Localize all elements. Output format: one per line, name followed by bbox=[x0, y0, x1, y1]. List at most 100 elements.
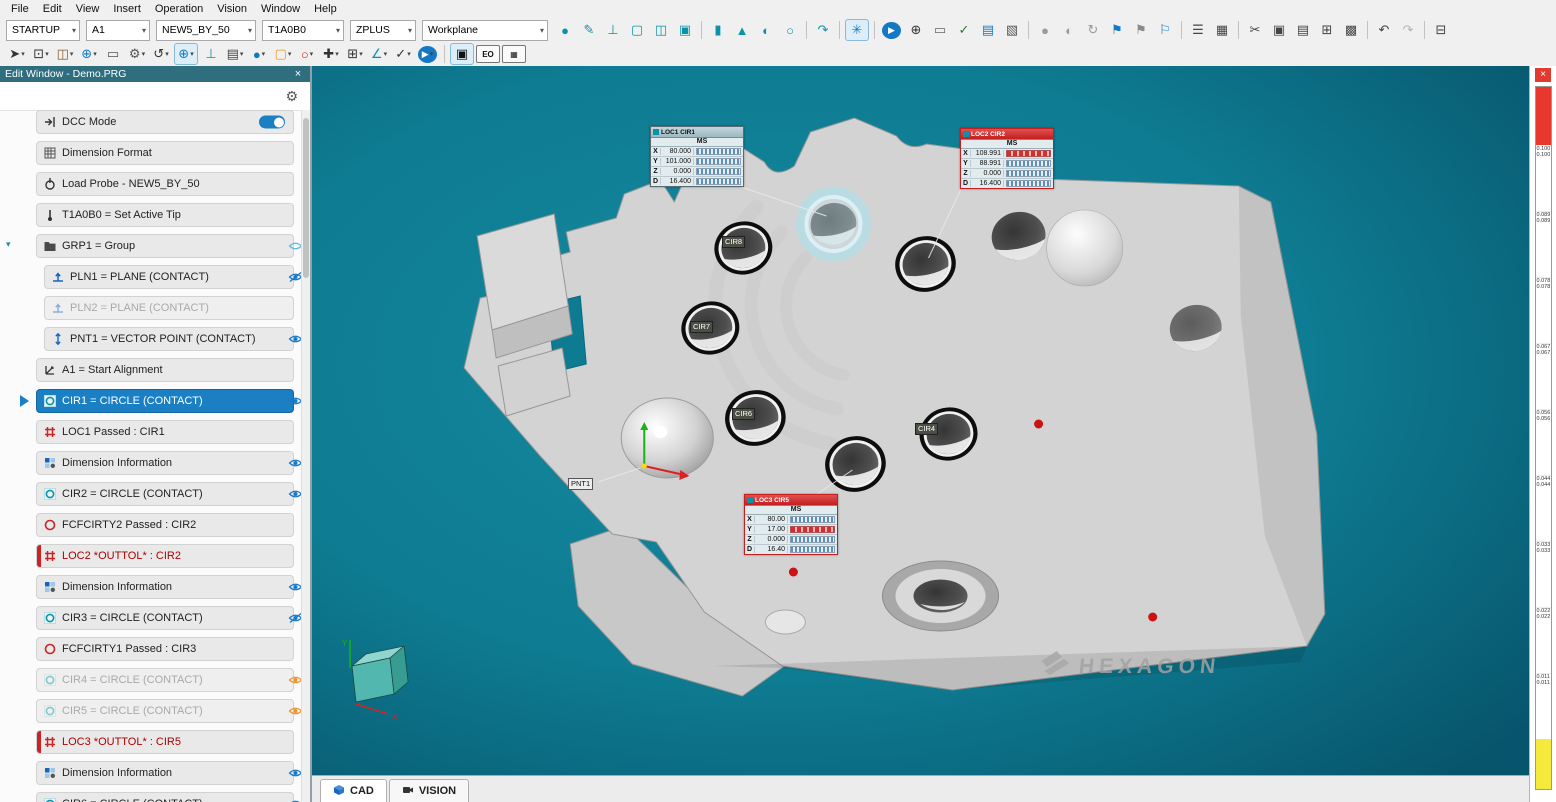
print-icon[interactable]: ⊟ bbox=[1430, 20, 1452, 40]
play-circle-icon[interactable]: ▶▾ bbox=[418, 46, 437, 63]
mark-used-icon[interactable]: ✓ bbox=[953, 20, 975, 40]
tree-item-dcc-mode[interactable]: DCC Mode bbox=[36, 110, 294, 134]
tree-item-pln1-plane-contact[interactable]: PLN1 = PLANE (CONTACT) bbox=[44, 265, 294, 289]
cylinder-icon[interactable]: ▮ bbox=[707, 20, 729, 40]
translate-view-icon[interactable]: ⊕▾ bbox=[78, 44, 100, 64]
tag-cir6[interactable]: CIR6 bbox=[732, 408, 755, 420]
tab-vision[interactable]: VISION bbox=[389, 779, 469, 802]
clearance-box-icon[interactable]: ▢▾ bbox=[272, 44, 294, 64]
tag-cir7[interactable]: CIR7 bbox=[690, 321, 713, 333]
tree-item-loc1-passed-cir1[interactable]: LOC1 Passed : CIR1 bbox=[36, 420, 294, 444]
circle-feature-icon[interactable]: ○ bbox=[779, 20, 801, 40]
tree-item-cir2-circle-contact[interactable]: CIR2 = CIRCLE (CONTACT) bbox=[36, 482, 294, 506]
startup-select[interactable]: STARTUP▾ bbox=[6, 20, 80, 41]
gray-dome-icon[interactable]: ◐ bbox=[1058, 20, 1080, 40]
redo-icon[interactable]: ↷ bbox=[1397, 20, 1419, 40]
alignment-select[interactable]: A1▾ bbox=[86, 20, 150, 41]
bookmark-outline-icon[interactable]: ⚐ bbox=[1154, 20, 1176, 40]
view-select[interactable]: Workplane▾ bbox=[422, 20, 548, 41]
tip-select[interactable]: T1A0B0▾ bbox=[262, 20, 344, 41]
tree-item-cir6-circle-contact[interactable]: CIR6 = CIRCLE (CONTACT) bbox=[36, 792, 294, 802]
pixel-grid-icon[interactable]: ▦ bbox=[502, 45, 526, 63]
tag-cir8[interactable]: CIR8 bbox=[722, 236, 745, 248]
menu-edit[interactable]: Edit bbox=[36, 0, 69, 18]
settings-gear-icon[interactable]: ⚙ bbox=[285, 88, 298, 105]
dcc-mode-toggle[interactable] bbox=[259, 116, 285, 129]
tree-item-dimension-information[interactable]: Dimension Information bbox=[36, 761, 294, 785]
pattern-icon[interactable]: ▩ bbox=[1340, 20, 1362, 40]
round-slot-icon[interactable]: ▢ bbox=[626, 20, 648, 40]
workplane-select[interactable]: ZPLUS▾ bbox=[350, 20, 416, 41]
counterbore-feature[interactable] bbox=[882, 561, 998, 631]
bookmark-gray-icon[interactable]: ⚑ bbox=[1130, 20, 1152, 40]
comment-icon[interactable]: ▭ bbox=[929, 20, 951, 40]
tree-item-dimension-information[interactable]: Dimension Information bbox=[36, 451, 294, 475]
camera-icon[interactable]: ▣ bbox=[450, 43, 474, 65]
square-slot-icon[interactable]: ◫ bbox=[650, 20, 672, 40]
tree-item-pln2-plane-contact[interactable]: PLN2 = PLANE (CONTACT) bbox=[44, 296, 294, 320]
callout-loc1[interactable]: LOC1 CIR1MSX80.000Y101.000Z0.000D16.400 bbox=[650, 126, 744, 187]
menu-window[interactable]: Window bbox=[254, 0, 307, 18]
tree-item-cir5-circle-contact[interactable]: CIR5 = CIRCLE (CONTACT) bbox=[36, 699, 294, 723]
graphic-modes-icon[interactable]: ⊕▾ bbox=[174, 43, 198, 65]
edit-window-scrollbar[interactable] bbox=[301, 110, 310, 802]
cone-icon[interactable]: ▲ bbox=[731, 20, 753, 40]
angle-measure-icon[interactable]: ∠▾ bbox=[368, 44, 390, 64]
edit-window-close-button[interactable]: × bbox=[291, 68, 305, 80]
tree-item-load-probe-new5-by-50[interactable]: Load Probe - NEW5_BY_50 bbox=[36, 172, 294, 196]
probe-box-icon[interactable]: ◫▾ bbox=[54, 44, 76, 64]
curve-icon[interactable]: ↷ bbox=[812, 20, 834, 40]
undo-icon[interactable]: ↶ bbox=[1373, 20, 1395, 40]
gage-icon[interactable]: ▤▾ bbox=[224, 44, 246, 64]
menu-vision[interactable]: Vision bbox=[210, 0, 254, 18]
menu-file[interactable]: File bbox=[4, 0, 36, 18]
edit-doc-icon[interactable]: ▤ bbox=[977, 20, 999, 40]
report-grid-icon[interactable]: ▦ bbox=[1211, 20, 1233, 40]
tree-item-pnt1-vector-point-contact[interactable]: PNT1 = VECTOR POINT (CONTACT) bbox=[44, 327, 294, 351]
tree-item-dimension-format[interactable]: Dimension Format bbox=[36, 141, 294, 165]
tree-item-cir4-circle-contact[interactable]: CIR4 = CIRCLE (CONTACT) bbox=[36, 668, 294, 692]
scrollbar-thumb[interactable] bbox=[303, 118, 309, 278]
execute-icon[interactable]: ▶ bbox=[882, 22, 901, 39]
notch-icon[interactable]: ▣ bbox=[674, 20, 696, 40]
gray-sphere-icon[interactable]: ● bbox=[1034, 20, 1056, 40]
quick-align-icon[interactable]: ✚▾ bbox=[320, 44, 342, 64]
rotate-view-icon[interactable]: ↺▾ bbox=[150, 44, 172, 64]
tree-item-loc2-outtol-cir2[interactable]: LOC2 *OUTTOL* : CIR2 bbox=[36, 544, 294, 568]
remove-doc-icon[interactable]: ▧ bbox=[1001, 20, 1023, 40]
tree-item-cir1-circle-contact[interactable]: CIR1 = CIRCLE (CONTACT) bbox=[36, 389, 294, 413]
tab-cad[interactable]: CAD bbox=[320, 779, 387, 802]
tree-item-grp1-group[interactable]: GRP1 = Group bbox=[36, 234, 294, 258]
report-list-icon[interactable]: ☰ bbox=[1187, 20, 1209, 40]
paste-icon[interactable]: ▤ bbox=[1292, 20, 1314, 40]
menu-insert[interactable]: Insert bbox=[106, 0, 148, 18]
colorbar-close-button[interactable]: × bbox=[1535, 68, 1551, 82]
tag-pnt1[interactable]: PNT1 bbox=[568, 478, 593, 490]
tree-item-a1-start-alignment[interactable]: A1 = Start Alignment bbox=[36, 358, 294, 382]
insert-move-icon[interactable]: ⊕ bbox=[905, 20, 927, 40]
ledge-hole[interactable] bbox=[765, 610, 805, 634]
gray-rotate-icon[interactable]: ↻ bbox=[1082, 20, 1104, 40]
tree-item-cir3-circle-contact[interactable]: CIR3 = CIRCLE (CONTACT) bbox=[36, 606, 294, 630]
sphere-icon[interactable]: ◐ bbox=[755, 20, 777, 40]
tolerance-circle-icon[interactable]: ○▾ bbox=[296, 44, 318, 64]
line-feature-icon[interactable]: ✎ bbox=[578, 20, 600, 40]
tree-item-t1a0b0-set-active-tip[interactable]: T1A0B0 = Set Active Tip bbox=[36, 203, 294, 227]
snap-grid-icon[interactable]: ⊞▾ bbox=[344, 44, 366, 64]
quick-check-icon[interactable]: ✓▾ bbox=[392, 44, 414, 64]
paste-special-icon[interactable]: ⊞ bbox=[1316, 20, 1338, 40]
callout-loc2[interactable]: LOC2 CIR2MSX108.991Y88.991Z0.000D16.400 bbox=[960, 128, 1054, 189]
tree-item-loc3-outtol-cir5[interactable]: LOC3 *OUTTOL* : CIR5 bbox=[36, 730, 294, 754]
cad-3d-scene[interactable]: Y X HEXAGON bbox=[312, 66, 1530, 776]
bookmark-blue-icon[interactable]: ⚑ bbox=[1106, 20, 1128, 40]
comment-bubble-icon[interactable]: ▭ bbox=[102, 44, 124, 64]
tag-cir4[interactable]: CIR4 bbox=[915, 423, 938, 435]
tree-item-dimension-information[interactable]: Dimension Information bbox=[36, 575, 294, 599]
globe-icon[interactable]: ●▾ bbox=[248, 44, 270, 64]
eo-display-icon[interactable]: EO bbox=[476, 45, 500, 63]
window-layout-icon[interactable]: ⊡▾ bbox=[30, 44, 52, 64]
callout-loc3[interactable]: LOC3 CIR5MSX80.00Y17.00Z0.000D16.40 bbox=[744, 494, 838, 555]
probe-pointer-icon[interactable]: ➤▾ bbox=[6, 44, 28, 64]
cut-icon[interactable]: ✂ bbox=[1244, 20, 1266, 40]
point-feature-icon[interactable]: ● bbox=[554, 20, 576, 40]
